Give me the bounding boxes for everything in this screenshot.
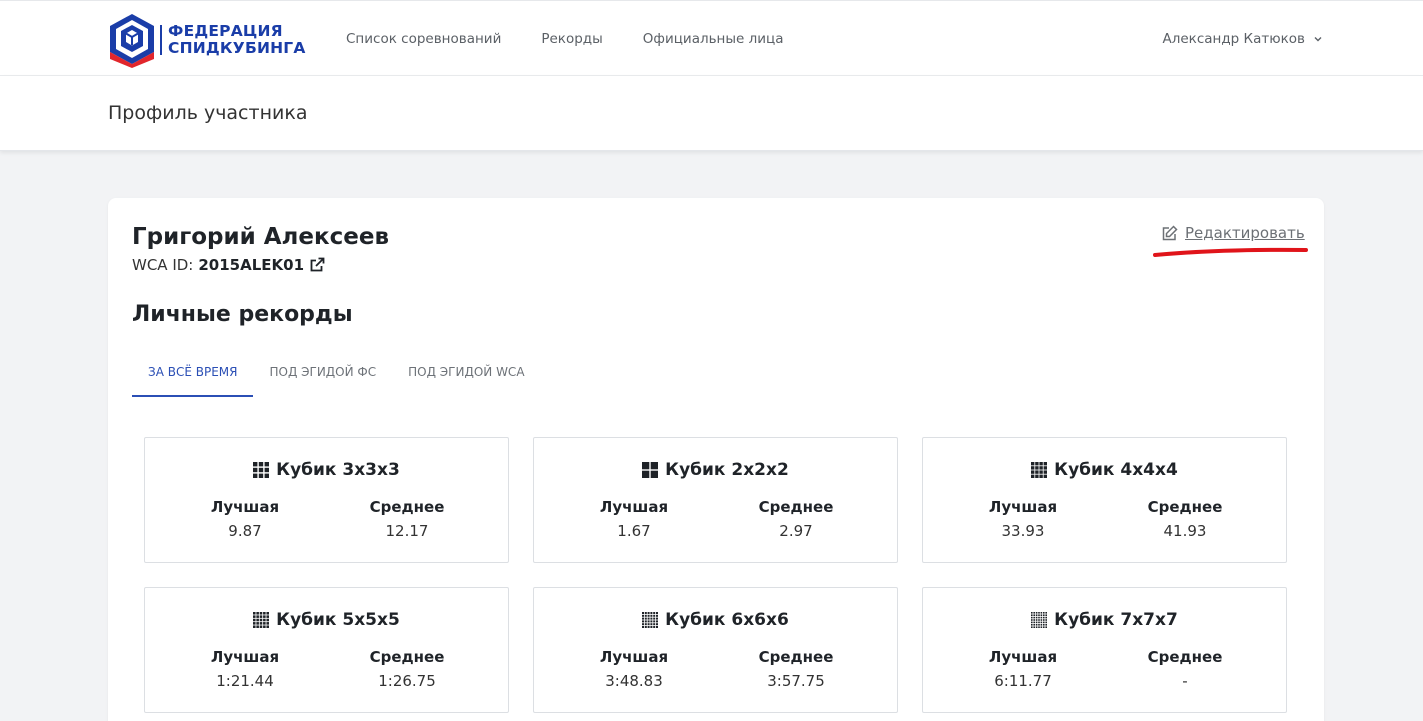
page-title: Профиль участника — [108, 102, 308, 124]
edit-profile-link[interactable]: Редактировать — [1161, 224, 1305, 242]
record-best-label: Лучшая — [988, 498, 1058, 516]
wca-id-label: WCA ID: — [132, 256, 194, 274]
record-average: Среднее 3:57.75 — [736, 648, 856, 690]
record-event-name: Кубик 4x4x4 — [1054, 460, 1178, 480]
record-best: Лучшая 6:11.77 — [963, 648, 1083, 690]
record-title: Кубик 5x5x5 — [145, 610, 508, 630]
record-average: Среднее 12.17 — [347, 498, 467, 540]
cube-3x3-icon — [253, 462, 270, 478]
profile-card: Григорий Алексеев WCA ID: 2015ALEK01 Ред… — [108, 198, 1324, 721]
record-title: Кубик 6x6x6 — [534, 610, 897, 630]
record-title: Кубик 3x3x3 — [145, 460, 508, 480]
record-card: Кубик 7x7x7 Лучшая 6:11.77 Среднее - — [922, 587, 1287, 713]
record-average: Среднее - — [1125, 648, 1245, 690]
edit-icon — [1162, 224, 1178, 240]
record-best: Лучшая 1:21.44 — [185, 648, 305, 690]
record-card: Кубик 4x4x4 Лучшая 33.93 Среднее 41.93 — [922, 437, 1287, 563]
wca-id-line: WCA ID: 2015ALEK01 — [132, 256, 325, 274]
records-tabs: За всё время Под эгидой ФС Под эгидой WC… — [132, 358, 541, 397]
brand-name: ФЕДЕРАЦИЯ СПИДКУБИНГА — [168, 23, 306, 57]
record-best: Лучшая 9.87 — [185, 498, 305, 540]
record-title: Кубик 7x7x7 — [923, 610, 1286, 630]
record-best: Лучшая 1.67 — [574, 498, 694, 540]
cube-7x7-icon — [1031, 612, 1048, 628]
cube-6x6-icon — [642, 612, 659, 628]
nav-officials[interactable]: Официальные лица — [623, 1, 804, 78]
federation-logo-icon — [110, 14, 154, 68]
record-best-value: 6:11.77 — [994, 672, 1052, 690]
top-navbar: ФЕДЕРАЦИЯ СПИДКУБИНГА Список соревновани… — [0, 0, 1423, 78]
record-best-value: 33.93 — [1001, 522, 1045, 540]
records-title: Личные рекорды — [132, 302, 353, 327]
record-average-value: 2.97 — [779, 522, 813, 540]
cube-2x2-icon — [642, 462, 659, 478]
record-average-label: Среднее — [369, 648, 445, 666]
tab-fs[interactable]: Под эгидой ФС — [253, 358, 392, 397]
record-card: Кубик 2x2x2 Лучшая 1.67 Среднее 2.97 — [533, 437, 898, 563]
page-header: Профиль участника — [0, 76, 1423, 151]
record-card: Кубик 5x5x5 Лучшая 1:21.44 Среднее 1:26.75 — [144, 587, 509, 713]
record-average-value: 12.17 — [385, 522, 429, 540]
cube-4x4-icon — [1031, 462, 1048, 478]
record-best-value: 3:48.83 — [605, 672, 663, 690]
user-name: Александр Катюков — [1162, 31, 1306, 47]
record-card: Кубик 6x6x6 Лучшая 3:48.83 Среднее 3:57.75 — [533, 587, 898, 713]
record-average-value: - — [1182, 672, 1188, 690]
record-best-label: Лучшая — [988, 648, 1058, 666]
record-average-label: Среднее — [1147, 648, 1223, 666]
record-event-name: Кубик 5x5x5 — [276, 610, 400, 630]
red-underline-annotation — [1153, 247, 1308, 257]
record-average-value: 3:57.75 — [767, 672, 825, 690]
record-best: Лучшая 33.93 — [963, 498, 1083, 540]
brand-line-2: СПИДКУБИНГА — [168, 39, 306, 57]
record-best: Лучшая 3:48.83 — [574, 648, 694, 690]
record-average-value: 1:26.75 — [378, 672, 436, 690]
chevron-down-icon — [1314, 37, 1322, 42]
record-best-value: 9.87 — [228, 522, 262, 540]
nav-competitions[interactable]: Список соревнований — [326, 1, 521, 77]
wca-id-value: 2015ALEK01 — [198, 256, 305, 274]
cube-5x5-icon — [253, 612, 270, 628]
record-title: Кубик 4x4x4 — [923, 460, 1286, 480]
record-best-label: Лучшая — [210, 648, 280, 666]
record-event-name: Кубик 7x7x7 — [1054, 610, 1178, 630]
tab-all-time[interactable]: За всё время — [132, 358, 254, 397]
record-best-value: 1.67 — [617, 522, 651, 540]
record-card: Кубик 3x3x3 Лучшая 9.87 Среднее 12.17 — [144, 437, 509, 563]
record-average: Среднее 2.97 — [736, 498, 856, 540]
record-event-name: Кубик 3x3x3 — [276, 460, 400, 480]
record-event-name: Кубик 2x2x2 — [665, 460, 789, 480]
main-nav: Список соревнований Рекорды Официальные … — [326, 1, 804, 78]
edit-label: Редактировать — [1185, 224, 1305, 242]
brand-logo[interactable]: ФЕДЕРАЦИЯ СПИДКУБИНГА — [108, 12, 308, 68]
user-menu[interactable]: Александр Катюков — [1163, 1, 1324, 77]
record-average-label: Среднее — [758, 498, 834, 516]
external-link-icon[interactable] — [309, 257, 325, 273]
record-average-label: Среднее — [758, 648, 834, 666]
record-event-name: Кубик 6x6x6 — [665, 610, 789, 630]
tab-wca[interactable]: Под эгидой WCA — [392, 358, 540, 397]
record-average-value: 41.93 — [1163, 522, 1207, 540]
record-title: Кубик 2x2x2 — [534, 460, 897, 480]
record-average-label: Среднее — [369, 498, 445, 516]
record-best-label: Лучшая — [210, 498, 280, 516]
record-best-label: Лучшая — [599, 498, 669, 516]
nav-records[interactable]: Рекорды — [521, 1, 622, 77]
brand-line-1: ФЕДЕРАЦИЯ — [168, 22, 283, 40]
person-name: Григорий Алексеев — [132, 224, 389, 250]
record-best-label: Лучшая — [599, 648, 669, 666]
record-average: Среднее 1:26.75 — [347, 648, 467, 690]
record-average-label: Среднее — [1147, 498, 1223, 516]
logo-divider — [160, 25, 162, 55]
record-average: Среднее 41.93 — [1125, 498, 1245, 540]
record-best-value: 1:21.44 — [216, 672, 274, 690]
